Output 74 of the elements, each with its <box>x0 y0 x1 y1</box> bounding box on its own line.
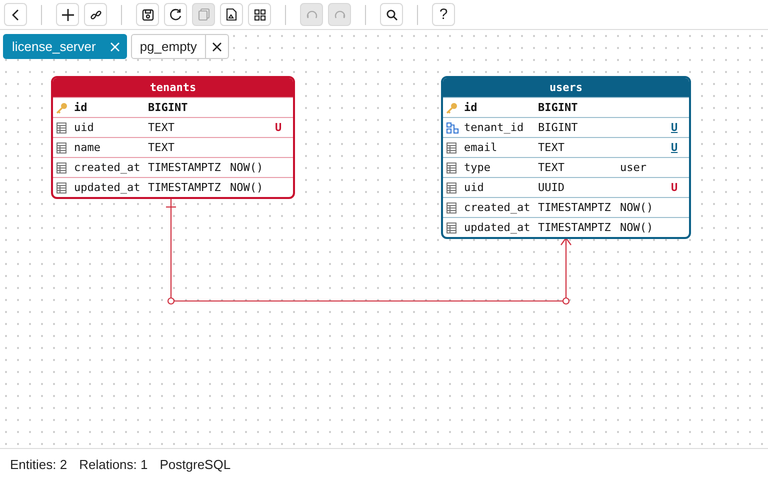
column-icon <box>56 122 67 134</box>
search-button[interactable] <box>380 3 403 26</box>
column-icon <box>56 162 67 174</box>
column-default: NOW() <box>230 181 264 194</box>
column-icon <box>56 142 67 154</box>
back-button[interactable] <box>4 3 27 26</box>
search-icon <box>386 8 398 20</box>
unique-marker: U <box>671 141 678 154</box>
column-type: TEXT <box>148 121 176 134</box>
column-type: TIMESTAMPTZ <box>538 201 612 214</box>
column-icon <box>446 222 457 234</box>
relations-count: Relations: 1 <box>79 457 148 472</box>
column-name: email <box>464 141 498 154</box>
grid-button[interactable] <box>248 3 271 26</box>
link-button[interactable] <box>84 3 107 26</box>
relation-icon <box>446 122 459 134</box>
refresh-icon <box>169 8 182 21</box>
column-type: TEXT <box>538 161 566 174</box>
column-name: updated_at <box>74 181 142 194</box>
key-icon <box>446 102 458 114</box>
column-type: TEXT <box>148 141 176 154</box>
column-type: BIGINT <box>538 121 579 134</box>
column-icon <box>446 142 457 154</box>
column-type: TIMESTAMPTZ <box>148 181 222 194</box>
chevron-left-icon <box>10 8 20 20</box>
column-name: uid <box>464 181 485 194</box>
column-name: tenant_id <box>464 121 525 134</box>
copy-icon <box>198 8 210 21</box>
refresh-button[interactable] <box>164 3 187 26</box>
undo-icon <box>306 8 318 20</box>
document-icon <box>226 8 237 21</box>
grid-icon <box>254 8 266 20</box>
column-default: NOW() <box>230 161 264 174</box>
entity-table[interactable]: users id BIGINT tenant_id BIGINT U email TEXT U type TEXT user uid UUID U created_at TIMESTAMPTZ NOW() updated_at TIMESTAMPTZ NOW() <box>441 76 691 239</box>
save-button[interactable] <box>136 3 159 26</box>
column-icon <box>446 182 457 194</box>
column-name: type <box>464 161 492 174</box>
column-type: BIGINT <box>538 101 579 114</box>
entity-title: tenants <box>53 78 293 97</box>
column-name: id <box>464 101 478 114</box>
export-button[interactable] <box>220 3 243 26</box>
entity-title: users <box>443 78 689 97</box>
unique-marker: U <box>275 121 282 134</box>
column-name: uid <box>74 121 95 134</box>
diagram-tab[interactable]: pg_empty <box>130 34 229 59</box>
column-type: BIGINT <box>148 101 189 114</box>
entity-table[interactable]: tenants id BIGINT uid TEXT U name TEXT created_at TIMESTAMPTZ NOW() updated_at TIMESTAMPTZ NOW() <box>51 76 295 199</box>
column-default: NOW() <box>620 221 654 234</box>
column-name: created_at <box>464 201 532 214</box>
column-icon <box>56 182 67 194</box>
column-type: UUID <box>538 181 566 194</box>
column-icon <box>446 202 457 214</box>
column-type: TIMESTAMPTZ <box>148 161 222 174</box>
entities-count: Entities: 2 <box>10 457 68 472</box>
column-name: updated_at <box>464 221 532 234</box>
unique-marker: U <box>671 181 678 194</box>
column-name: created_at <box>74 161 142 174</box>
help-button[interactable]: ? <box>432 3 455 26</box>
column-name: id <box>74 101 88 114</box>
column-name: name <box>74 141 102 154</box>
plus-icon <box>62 8 74 20</box>
link-icon <box>90 8 102 20</box>
unique-marker: U <box>671 121 678 134</box>
column-type: TEXT <box>538 141 566 154</box>
column-type: TIMESTAMPTZ <box>538 221 612 234</box>
database-dialect: PostgreSQL <box>160 457 231 472</box>
column-default: NOW() <box>620 201 654 214</box>
redo-icon <box>334 8 346 20</box>
key-icon <box>56 102 68 114</box>
diagram-tab[interactable]: license_server <box>3 34 127 59</box>
add-button[interactable] <box>56 3 79 26</box>
column-icon <box>446 162 457 174</box>
save-icon <box>142 8 154 20</box>
column-default: user <box>620 161 646 174</box>
